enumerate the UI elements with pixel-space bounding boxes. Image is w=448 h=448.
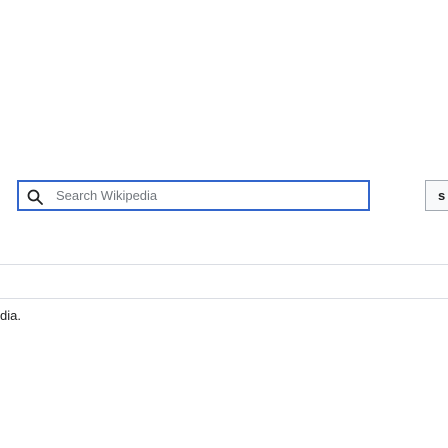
divider <box>0 264 448 265</box>
footer-text: dia. <box>0 308 21 323</box>
search-input[interactable]: Search Wikipedia <box>17 180 370 211</box>
page: Search Wikipedia s dia. <box>0 0 448 448</box>
divider <box>0 298 448 299</box>
search-icon <box>27 189 43 205</box>
search-button-label: s <box>438 188 446 203</box>
search-placeholder: Search Wikipedia <box>56 188 158 203</box>
search-button[interactable]: s <box>425 180 448 211</box>
